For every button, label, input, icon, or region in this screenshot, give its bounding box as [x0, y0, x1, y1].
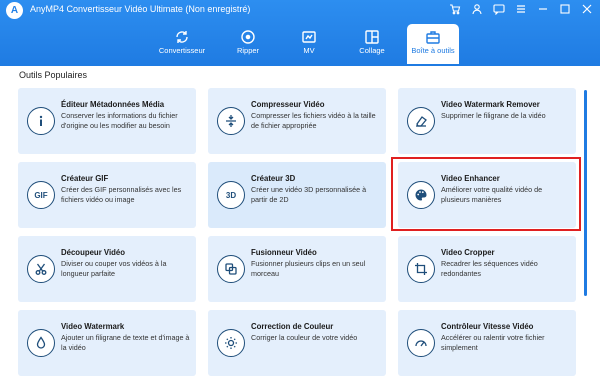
- toolbox-icon: [407, 28, 459, 46]
- convert-icon: [155, 28, 209, 46]
- mv-icon: [287, 28, 331, 46]
- tool-title: Créateur GIF: [61, 174, 109, 183]
- tool-description: Fusionner plusieurs clips en un seul mor…: [251, 259, 366, 278]
- highlight-box: [391, 157, 581, 231]
- tool-card-3d-maker[interactable]: 3D Créateur 3D Créer une vidéo 3D person…: [208, 162, 386, 228]
- tool-description: Supprimer le filigrane de la vidéo: [441, 111, 546, 120]
- maximize-icon[interactable]: [558, 2, 572, 16]
- speedometer-icon: [407, 329, 435, 357]
- merge-icon: [217, 255, 245, 283]
- tool-description: Compresser les fichiers vidéo à la taill…: [251, 111, 376, 130]
- tool-card-video-cropper[interactable]: Video Cropper Recadrer les séquences vid…: [398, 236, 576, 302]
- section-title: Outils Populaires: [19, 70, 88, 80]
- tool-description: Ajouter un filigrane de texte et d'image…: [61, 333, 190, 352]
- gif-icon: GIF: [27, 181, 55, 209]
- tool-card-video-trimmer[interactable]: Découpeur Vidéo Diviser ou couper vos vi…: [18, 236, 196, 302]
- minimize-icon[interactable]: [536, 2, 550, 16]
- tab-label: MV: [303, 46, 315, 55]
- info-icon: [27, 107, 55, 135]
- tool-card-metadata-editor[interactable]: Éditeur Métadonnées Média Conserver les …: [18, 88, 196, 154]
- drop-icon: [27, 329, 55, 357]
- tool-card-video-watermark[interactable]: Video Watermark Ajouter un filigrane de …: [18, 310, 196, 376]
- tool-card-speed-controller[interactable]: Contrôleur Vitesse Vidéo Accélérer ou ra…: [398, 310, 576, 376]
- tool-card-watermark-remover[interactable]: Video Watermark Remover Supprimer le fil…: [398, 88, 576, 154]
- tool-card-video-merger[interactable]: Fusionneur Vidéo Fusionner plusieurs cli…: [208, 236, 386, 302]
- tool-description: Corriger la couleur de votre vidéo: [251, 333, 358, 342]
- tool-title: Video Watermark: [61, 322, 125, 331]
- collage-icon: [347, 28, 397, 46]
- tool-title: Contrôleur Vitesse Vidéo: [441, 322, 534, 331]
- app-logo: A: [6, 2, 23, 19]
- tool-title: Correction de Couleur: [251, 322, 334, 331]
- tab-collage[interactable]: Collage: [347, 24, 397, 64]
- tab-ripper[interactable]: Ripper: [221, 24, 275, 64]
- tab-label: Collage: [359, 46, 385, 55]
- tool-title: Fusionneur Vidéo: [251, 248, 317, 257]
- crop-icon: [407, 255, 435, 283]
- tab-mv[interactable]: MV: [287, 24, 331, 64]
- chat-icon[interactable]: [492, 2, 506, 16]
- cart-icon[interactable]: [448, 2, 462, 16]
- scrollbar[interactable]: [584, 90, 587, 296]
- tool-title: Découpeur Vidéo: [61, 248, 125, 257]
- toolbox-content: Outils Populaires Éditeur Métadonnées Mé…: [0, 66, 600, 390]
- tool-card-gif-maker[interactable]: GIF Créateur GIF Créer des GIF personnal…: [18, 162, 196, 228]
- sun-icon: [217, 329, 245, 357]
- window-controls: [448, 2, 594, 16]
- compress-icon: [217, 107, 245, 135]
- eraser-icon: [407, 107, 435, 135]
- app-title: AnyMP4 Convertisseur Vidéo Ultimate (Non…: [30, 4, 251, 14]
- disc-icon: [221, 28, 275, 46]
- 3d-icon: 3D: [217, 181, 245, 209]
- close-icon[interactable]: [580, 2, 594, 16]
- tool-description: Créer des GIF personnalisés avec les fic…: [61, 185, 182, 204]
- tool-title: Video Watermark Remover: [441, 100, 540, 109]
- tool-title: Créateur 3D: [251, 174, 296, 183]
- tool-description: Conserver les informations du fichier d'…: [61, 111, 178, 130]
- main-tabs: Convertisseur Ripper MV Collage Boîte à …: [155, 24, 467, 66]
- tab-boite-a-outils[interactable]: Boîte à outils: [407, 24, 459, 64]
- title-bar: A AnyMP4 Convertisseur Vidéo Ultimate (N…: [0, 0, 600, 66]
- tool-title: Éditeur Métadonnées Média: [61, 100, 165, 109]
- tool-description: Diviser ou couper vos vidéos à la longue…: [61, 259, 167, 278]
- tab-label: Boîte à outils: [411, 46, 455, 55]
- tool-title: Compresseur Vidéo: [251, 100, 325, 109]
- tool-card-video-compressor[interactable]: Compresseur Vidéo Compresser les fichier…: [208, 88, 386, 154]
- tab-label: Ripper: [236, 46, 260, 55]
- tab-convertisseur[interactable]: Convertisseur: [155, 24, 209, 64]
- tool-description: Recadrer les séquences vidéo redondantes: [441, 259, 538, 278]
- scissors-icon: [27, 255, 55, 283]
- tab-label: Convertisseur: [158, 46, 206, 55]
- user-icon[interactable]: [470, 2, 484, 16]
- tool-description: Accélérer ou ralentir votre fichier simp…: [441, 333, 545, 352]
- tool-card-color-correction[interactable]: Correction de Couleur Corriger la couleu…: [208, 310, 386, 376]
- menu-icon[interactable]: [514, 2, 528, 16]
- tool-title: Video Cropper: [441, 248, 495, 257]
- tool-description: Créer une vidéo 3D personnalisée à parti…: [251, 185, 367, 204]
